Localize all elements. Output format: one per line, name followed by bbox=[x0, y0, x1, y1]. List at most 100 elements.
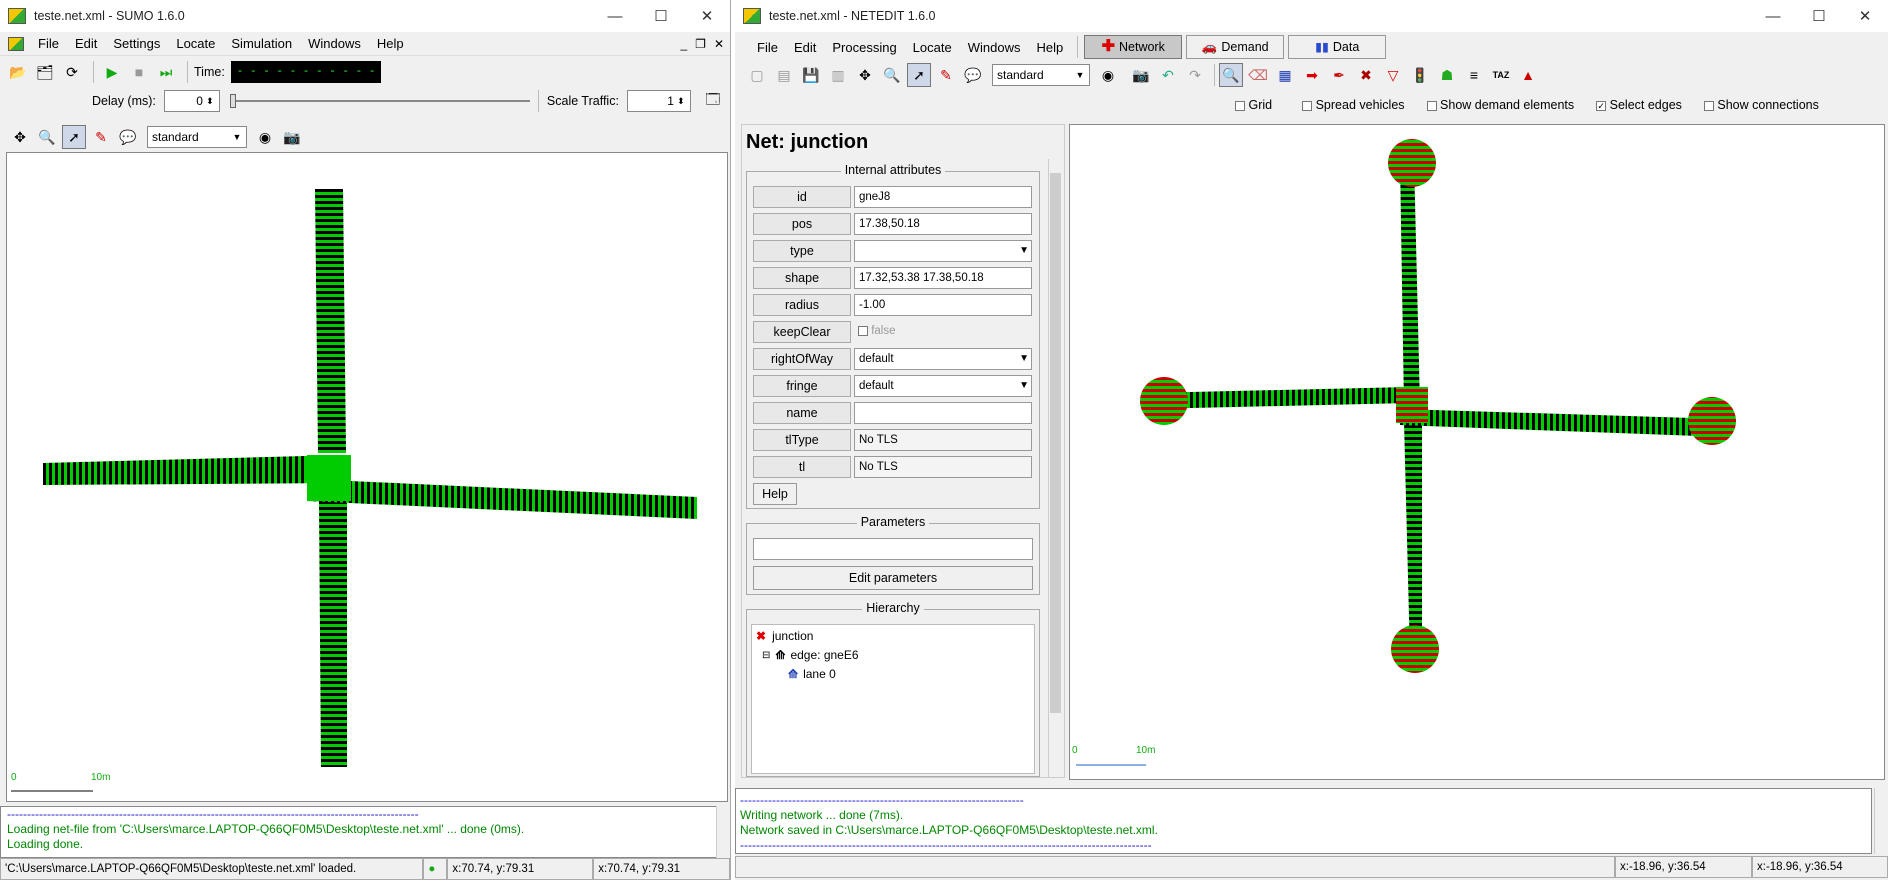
netedit-junction-center[interactable] bbox=[1396, 387, 1428, 423]
rightofway-select[interactable]: default ▼ bbox=[854, 348, 1032, 370]
menu-locate[interactable]: Locate bbox=[168, 36, 223, 51]
show-connections-checkbox[interactable] bbox=[1703, 100, 1714, 111]
locate-icon[interactable]: ✎ bbox=[934, 63, 958, 87]
tree-item-lane[interactable]: ⟰ lane 0 bbox=[788, 667, 836, 681]
menu-file[interactable]: File bbox=[749, 40, 786, 55]
grid-checkbox[interactable] bbox=[1235, 100, 1245, 111]
netedit-view-canvas[interactable]: 0 10m bbox=[1069, 124, 1885, 780]
new-network-icon[interactable]: ▢ bbox=[745, 63, 769, 87]
select-icon[interactable]: ➚ bbox=[62, 125, 86, 149]
netedit-titlebar[interactable]: teste.net.xml - NETEDIT 1.6.0 bbox=[735, 0, 1888, 32]
taz-mode-icon[interactable]: TAZ bbox=[1489, 63, 1513, 87]
close-button[interactable]: ✕ bbox=[1842, 0, 1888, 32]
netedit-junction-south[interactable] bbox=[1391, 625, 1439, 673]
scroll-thumb[interactable] bbox=[1050, 173, 1061, 713]
zoom-icon[interactable]: 🔍 bbox=[880, 63, 904, 87]
netedit-edge-south[interactable] bbox=[1404, 421, 1422, 655]
hierarchy-tree[interactable]: ✖ junction ⊟ ⟰ edge: gneE6 ⟰ lane 0 bbox=[751, 624, 1035, 774]
supermode-demand-button[interactable]: 🚗 Demand bbox=[1186, 35, 1285, 59]
spread-vehicles-checkbox[interactable] bbox=[1302, 100, 1313, 111]
edit-parameters-button[interactable]: Edit parameters bbox=[753, 566, 1033, 590]
open-folder-icon[interactable]: 📂 bbox=[6, 60, 30, 84]
reload-icon[interactable]: ⟳ bbox=[60, 60, 84, 84]
close-button[interactable]: ✕ bbox=[684, 0, 730, 32]
screenshot-icon[interactable]: 📷 bbox=[280, 125, 304, 149]
menu-edit[interactable]: Edit bbox=[786, 40, 824, 55]
help-button[interactable]: Help bbox=[753, 483, 797, 505]
zoom-icon[interactable]: 🔍 bbox=[35, 125, 59, 149]
delay-slider[interactable] bbox=[229, 91, 530, 111]
netedit-junction-north[interactable] bbox=[1388, 139, 1436, 187]
mdi-minimize-button[interactable]: _ bbox=[680, 37, 687, 51]
select-mode-icon[interactable]: ▦ bbox=[1273, 63, 1297, 87]
netedit-log-scrollbar[interactable] bbox=[1874, 788, 1888, 854]
keepclear-field[interactable]: false bbox=[854, 321, 1032, 343]
menu-windows[interactable]: Windows bbox=[300, 36, 369, 51]
maximize-button[interactable]: ☐ bbox=[1796, 0, 1842, 32]
netedit-junction-east[interactable] bbox=[1688, 397, 1736, 445]
option-show-connections[interactable]: Show connections bbox=[1703, 98, 1819, 112]
open-network-icon[interactable]: 🗂 bbox=[33, 60, 57, 84]
additional-mode-icon[interactable]: ☗ bbox=[1435, 63, 1459, 87]
sumo-message-log[interactable]: ----------------------------------------… bbox=[0, 806, 730, 858]
redo-icon[interactable]: ↷ bbox=[1183, 63, 1207, 87]
maximize-button[interactable]: ☐ bbox=[638, 0, 684, 32]
mdi-close-button[interactable]: ✕ bbox=[714, 37, 724, 51]
inspector-scrollbar[interactable] bbox=[1048, 159, 1062, 777]
supermode-data-button[interactable]: ▮▮ Data bbox=[1288, 35, 1387, 59]
menu-help[interactable]: Help bbox=[369, 36, 412, 51]
polygon-mode-icon[interactable]: ▲ bbox=[1516, 63, 1540, 87]
prohibition-mode-icon[interactable]: ▽ bbox=[1381, 63, 1405, 87]
undo-icon[interactable]: ↶ bbox=[1156, 63, 1180, 87]
keepclear-checkbox[interactable] bbox=[858, 325, 868, 336]
netedit-message-log[interactable]: ----------------------------------------… bbox=[735, 788, 1872, 854]
menu-settings[interactable]: Settings bbox=[105, 36, 168, 51]
netedit-edge-north[interactable] bbox=[1400, 161, 1420, 405]
tree-item-edge[interactable]: ⊟ ⟰ edge: gneE6 bbox=[762, 648, 859, 662]
netedit-junction-west[interactable] bbox=[1140, 377, 1188, 425]
sumo-lane-west[interactable] bbox=[43, 455, 343, 485]
sumo-junction[interactable] bbox=[307, 455, 351, 501]
slider-handle[interactable] bbox=[229, 94, 236, 108]
new-view-icon[interactable]: 🗔 bbox=[701, 89, 725, 113]
shape-field[interactable]: 17.32,53.38 17.38,50.18 bbox=[854, 267, 1032, 289]
select-edges-checkbox[interactable]: ✓ bbox=[1596, 100, 1607, 111]
select-icon[interactable]: ➚ bbox=[907, 63, 931, 87]
scheme-select[interactable]: standard ▼ bbox=[992, 64, 1090, 86]
step-icon[interactable]: ⏭ bbox=[154, 60, 178, 84]
delay-spinner[interactable]: 0 ⬍ bbox=[163, 90, 220, 112]
supermode-network-button[interactable]: ✚ Network bbox=[1084, 35, 1183, 59]
parameters-field[interactable] bbox=[753, 538, 1033, 560]
collapse-icon[interactable]: ⊟ bbox=[762, 650, 770, 661]
menu-simulation[interactable]: Simulation bbox=[223, 36, 300, 51]
color-wheel-icon[interactable]: ◉ bbox=[1096, 63, 1120, 87]
option-show-demand[interactable]: Show demand elements bbox=[1426, 98, 1574, 112]
recenter-icon[interactable]: ✥ bbox=[853, 63, 877, 87]
connection-mode-icon[interactable]: ✖ bbox=[1354, 63, 1378, 87]
locate-icon[interactable]: ✎ bbox=[89, 125, 113, 149]
stop-icon[interactable]: ■ bbox=[127, 60, 151, 84]
traffic-light-icon[interactable]: 🚦 bbox=[1408, 63, 1432, 87]
recenter-icon[interactable]: ✥ bbox=[8, 125, 32, 149]
sumo-view-canvas[interactable]: 0 10m bbox=[6, 152, 728, 802]
option-grid[interactable]: Grid bbox=[1235, 98, 1272, 112]
id-field[interactable]: gneJ8 bbox=[854, 186, 1032, 208]
fringe-select[interactable]: default ▼ bbox=[854, 375, 1032, 397]
color-wheel-icon[interactable]: ◉ bbox=[253, 125, 277, 149]
scale-traffic-spinner[interactable]: 1 ⬍ bbox=[626, 90, 691, 112]
option-select-edges[interactable]: ✓ Select edges bbox=[1596, 98, 1682, 112]
menu-windows[interactable]: Windows bbox=[960, 40, 1029, 55]
menu-help[interactable]: Help bbox=[1028, 40, 1071, 55]
move-mode-icon[interactable]: ➡ bbox=[1300, 63, 1324, 87]
menu-processing[interactable]: Processing bbox=[824, 40, 904, 55]
minimize-button[interactable]: — bbox=[592, 0, 638, 32]
tooltip-icon[interactable]: 💬 bbox=[116, 125, 140, 149]
save-as-icon[interactable]: ▥ bbox=[826, 63, 850, 87]
crossing-mode-icon[interactable]: ≡ bbox=[1462, 63, 1486, 87]
menu-locate[interactable]: Locate bbox=[905, 40, 960, 55]
show-demand-checkbox[interactable] bbox=[1426, 100, 1437, 111]
run-icon[interactable]: ▶ bbox=[100, 60, 124, 84]
option-spread-vehicles[interactable]: Spread vehicles bbox=[1302, 98, 1405, 112]
sumo-log-scrollbar[interactable] bbox=[716, 806, 730, 858]
sumo-lane-south[interactable] bbox=[319, 501, 347, 767]
